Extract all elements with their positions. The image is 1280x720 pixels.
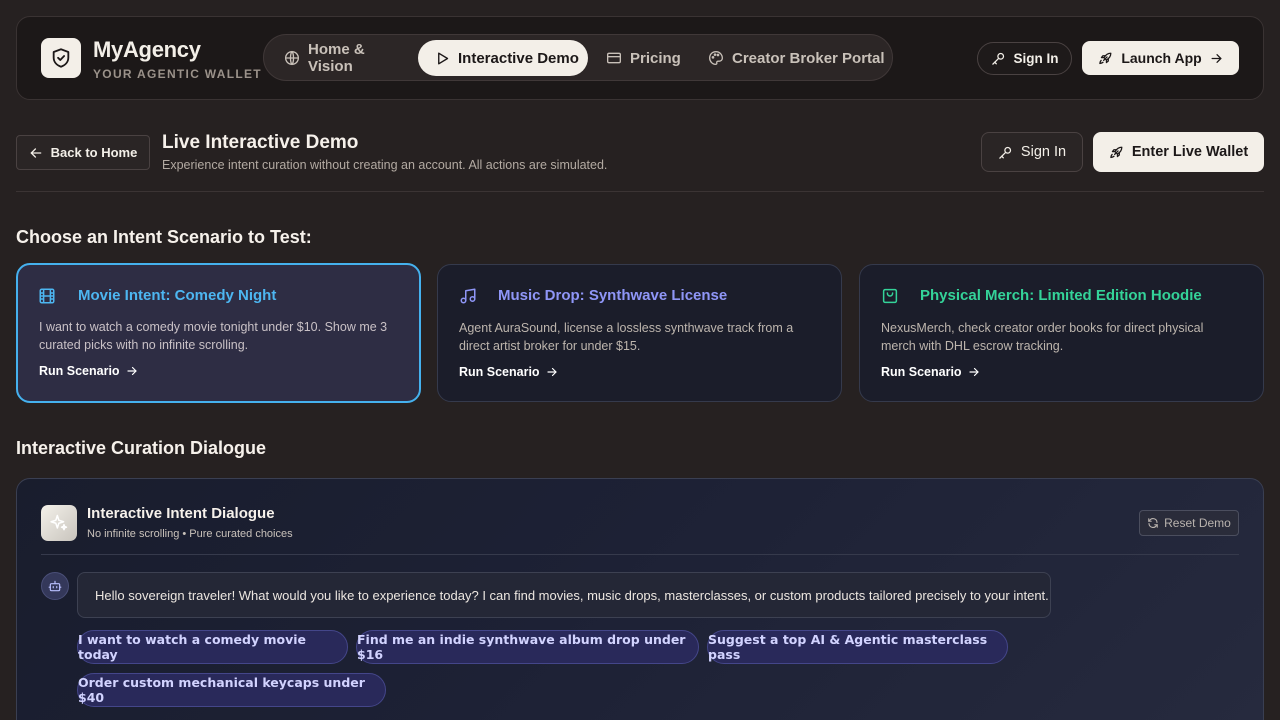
header-sign-in-label: Sign In [1020, 144, 1067, 160]
enter-live-wallet-label: Enter Live Wallet [1131, 144, 1249, 160]
launch-app-button[interactable]: Launch App [1082, 41, 1239, 75]
run-scenario-button[interactable]: Run Scenario [39, 364, 138, 378]
tab-creator-broker-portal[interactable]: Creator Broker Portal [708, 40, 888, 76]
suggestion-chip[interactable]: Suggest a top AI & Agentic masterclass p… [707, 630, 1008, 664]
shield-check-icon[interactable] [41, 38, 81, 78]
bot-message-bubble: Hello sovereign traveler! What would you… [77, 572, 1051, 618]
brand-tagline: YOUR AGENTIC WALLET [93, 67, 262, 81]
key-icon [991, 51, 1006, 66]
run-scenario-button[interactable]: Run Scenario [459, 365, 558, 379]
palette-icon [708, 50, 724, 66]
tab-interactive-demo[interactable]: Interactive Demo [418, 40, 588, 76]
scenario-card-music[interactable]: Music Drop: Synthwave License Agent Aura… [437, 264, 842, 402]
scenario-title: Music Drop: Synthwave License [498, 287, 728, 304]
header-divider [16, 191, 1264, 192]
tab-home-vision[interactable]: Home & Vision [284, 40, 404, 76]
header-sign-in-button[interactable]: Sign In [981, 132, 1083, 172]
back-to-home-button[interactable]: Back to Home [16, 135, 150, 170]
run-scenario-label: Run Scenario [459, 365, 540, 379]
reset-demo-label: Reset Demo [1164, 516, 1231, 530]
scenario-card-movie[interactable]: Movie Intent: Comedy Night I want to wat… [16, 263, 421, 403]
dialogue-subtitle: No infinite scrolling • Pure curated cho… [87, 528, 293, 540]
dialogue-section-title: Interactive Curation Dialogue [16, 438, 267, 458]
arrow-left-icon [29, 146, 43, 160]
rocket-icon [1098, 51, 1113, 66]
scenario-title: Physical Merch: Limited Edition Hoodie [920, 287, 1202, 304]
back-to-home-label: Back to Home [50, 145, 138, 160]
rocket-icon [1109, 145, 1124, 160]
film-icon [38, 287, 56, 305]
arrow-right-icon [968, 366, 980, 378]
tab-pricing[interactable]: Pricing [606, 40, 686, 76]
top-navbar: MyAgency YOUR AGENTIC WALLET Home & Visi… [16, 16, 1264, 100]
play-icon [435, 51, 450, 66]
main-nav: Home & Vision Interactive Demo Pricing C… [263, 34, 893, 81]
globe-icon [284, 50, 300, 66]
enter-live-wallet-button[interactable]: Enter Live Wallet [1093, 132, 1264, 172]
page-subtitle: Experience intent curation without creat… [162, 158, 608, 172]
nav-sign-in-label: Sign In [1013, 51, 1059, 66]
dialogue-panel: Interactive Intent Dialogue No infinite … [16, 478, 1264, 720]
refresh-icon [1147, 517, 1159, 529]
scenario-section-title: Choose an Intent Scenario to Test: [16, 227, 312, 247]
bot-icon [41, 572, 69, 600]
sparkles-icon [41, 505, 77, 541]
shopping-bag-icon [881, 287, 899, 305]
arrow-right-icon [1210, 52, 1223, 65]
music-note-icon [459, 287, 477, 305]
dialogue-title: Interactive Intent Dialogue [87, 505, 275, 522]
tab-interactive-demo-label: Interactive Demo [458, 49, 579, 67]
tab-creator-broker-portal-label: Creator Broker Portal [732, 49, 885, 67]
arrow-right-icon [546, 366, 558, 378]
tab-pricing-label: Pricing [630, 49, 681, 67]
scenario-title: Movie Intent: Comedy Night [78, 287, 277, 304]
scenario-card-merch[interactable]: Physical Merch: Limited Edition Hoodie N… [859, 264, 1264, 402]
reset-demo-button[interactable]: Reset Demo [1139, 510, 1239, 536]
launch-app-label: Launch App [1121, 50, 1202, 66]
run-scenario-label: Run Scenario [881, 365, 962, 379]
suggestion-chip[interactable]: I want to watch a comedy movie today [77, 630, 348, 664]
scenario-description: NexusMerch, check creator order books fo… [881, 321, 1204, 353]
suggestion-chip[interactable]: Order custom mechanical keycaps under $4… [77, 673, 386, 707]
arrow-right-icon [126, 365, 138, 377]
dialogue-divider [41, 554, 1239, 555]
nav-sign-in-button[interactable]: Sign In [977, 42, 1072, 75]
scenario-description: Agent AuraSound, license a lossless synt… [459, 321, 794, 353]
run-scenario-button[interactable]: Run Scenario [881, 365, 980, 379]
key-icon [998, 145, 1013, 160]
credit-card-icon [606, 50, 622, 66]
scenario-description: I want to watch a comedy movie tonight u… [39, 320, 388, 352]
tab-home-vision-label: Home & Vision [308, 41, 365, 75]
suggestion-chip[interactable]: Find me an indie synthwave album drop un… [356, 630, 699, 664]
page-title: Live Interactive Demo [162, 132, 359, 153]
run-scenario-label: Run Scenario [39, 364, 120, 378]
brand-name[interactable]: MyAgency [93, 37, 201, 63]
